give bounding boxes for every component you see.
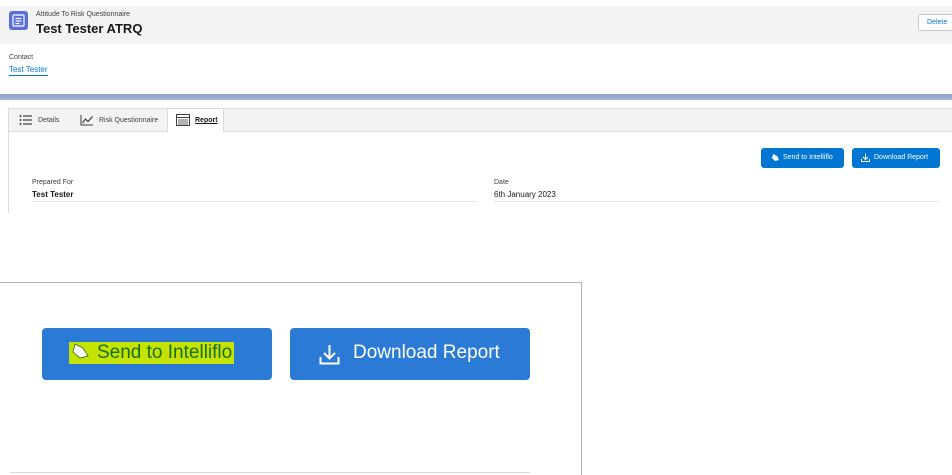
delete-button[interactable]: Delete	[918, 14, 952, 31]
line-chart-icon	[80, 115, 93, 126]
download-icon	[861, 153, 870, 162]
send-to-intelliflo-label-zoomed: Send to Intelliflo	[69, 342, 235, 364]
tab-risk-questionnaire-label: Risk Questionnaire	[99, 117, 159, 124]
field-divider	[32, 201, 477, 202]
prepared-for-label: Prepared For	[32, 179, 74, 186]
download-icon	[319, 345, 340, 365]
tab-report-label: Report	[195, 117, 218, 124]
date-value: 6th January 2023	[494, 190, 556, 199]
contact-label: Contact	[9, 54, 34, 61]
send-label-text: Send to Intelliflo	[97, 342, 233, 363]
download-report-button[interactable]: Download Report	[852, 148, 940, 168]
list-icon	[19, 115, 32, 125]
date-label: Date	[494, 179, 509, 186]
send-to-intelliflo-button-zoomed[interactable]: Send to Intelliflo	[42, 328, 272, 380]
send-icon	[72, 343, 89, 359]
contact-link[interactable]: Test Tester	[9, 65, 48, 76]
record-icon	[9, 11, 28, 30]
download-report-label: Download Report	[874, 154, 929, 161]
report-table-icon	[176, 114, 190, 126]
zoom-divider	[10, 472, 530, 473]
tab-details-label: Details	[38, 117, 60, 124]
download-report-label-zoomed: Download Report	[353, 342, 500, 363]
page-title: Test Tester ATRQ	[36, 21, 143, 36]
tab-bar: Details Risk Questionnaire Report	[9, 109, 952, 132]
send-icon	[772, 154, 779, 161]
tab-details[interactable]: Details	[19, 109, 73, 132]
header-divider-band	[0, 94, 952, 100]
record-header: Attitude To Risk Questionnaire Test Test…	[0, 6, 952, 44]
send-to-intelliflo-label: Send to Intelliflo	[783, 154, 833, 161]
field-divider	[494, 201, 939, 202]
send-to-intelliflo-button[interactable]: Send to Intelliflo	[761, 148, 844, 168]
tab-report[interactable]: Report	[167, 109, 224, 132]
record-object-type: Attitude To Risk Questionnaire	[36, 11, 131, 18]
prepared-for-value: Test Tester	[32, 190, 74, 199]
tab-risk-questionnaire[interactable]: Risk Questionnaire	[80, 109, 172, 132]
download-report-button-zoomed[interactable]: Download Report	[290, 328, 530, 380]
